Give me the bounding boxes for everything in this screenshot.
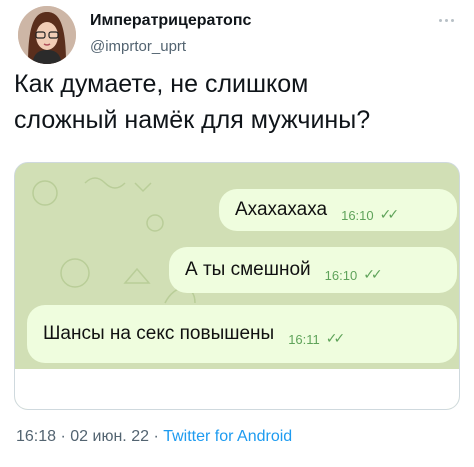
chat-message-time: 16:10 xyxy=(341,207,374,223)
tweet-source-link[interactable]: Twitter for Android xyxy=(163,428,292,445)
tweet-text: Как думаете, не слишком сложный намёк дл… xyxy=(14,70,371,134)
double-check-icon: ✓✓ xyxy=(379,205,400,222)
more-dots-icon[interactable] xyxy=(436,16,456,24)
meta-separator: · xyxy=(60,428,66,445)
user-handle[interactable]: @imprtor_uprt xyxy=(90,38,186,55)
chat-message-bubble: А ты смешной 16:10 ✓✓ xyxy=(169,247,457,293)
chat-message-text: Ахахахаха xyxy=(235,199,328,220)
avatar[interactable] xyxy=(18,6,76,64)
chat-message-time: 16:11 xyxy=(288,331,320,347)
chat-message-time: 16:10 xyxy=(324,267,358,283)
chat-message-bubble: Шансы на секс повышены 16:11 ✓✓ xyxy=(27,305,457,363)
chat-message-text: А ты смешной xyxy=(185,259,311,280)
tweet-time[interactable]: 16:18 xyxy=(16,428,56,445)
double-check-icon: ✓✓ xyxy=(325,329,346,346)
chat-message-text: Шансы на секс повышены xyxy=(43,323,275,344)
meta-separator: · xyxy=(153,428,159,445)
tweet-date[interactable]: 02 июн. 22 xyxy=(70,428,149,445)
chat-message-bubble: Ахахахаха 16:10 ✓✓ xyxy=(219,189,457,231)
tweet-meta: 16:18 · 02 июн. 22 · Twitter for Android xyxy=(16,428,292,446)
double-check-icon: ✓✓ xyxy=(363,265,383,282)
display-name[interactable]: Императрицератопс xyxy=(90,12,251,30)
avatar-image xyxy=(18,6,76,64)
media-bottom-area xyxy=(15,369,459,409)
tweet-media-image[interactable]: Ахахахаха 16:10 ✓✓ А ты смешной 16:10 ✓✓… xyxy=(14,162,460,410)
